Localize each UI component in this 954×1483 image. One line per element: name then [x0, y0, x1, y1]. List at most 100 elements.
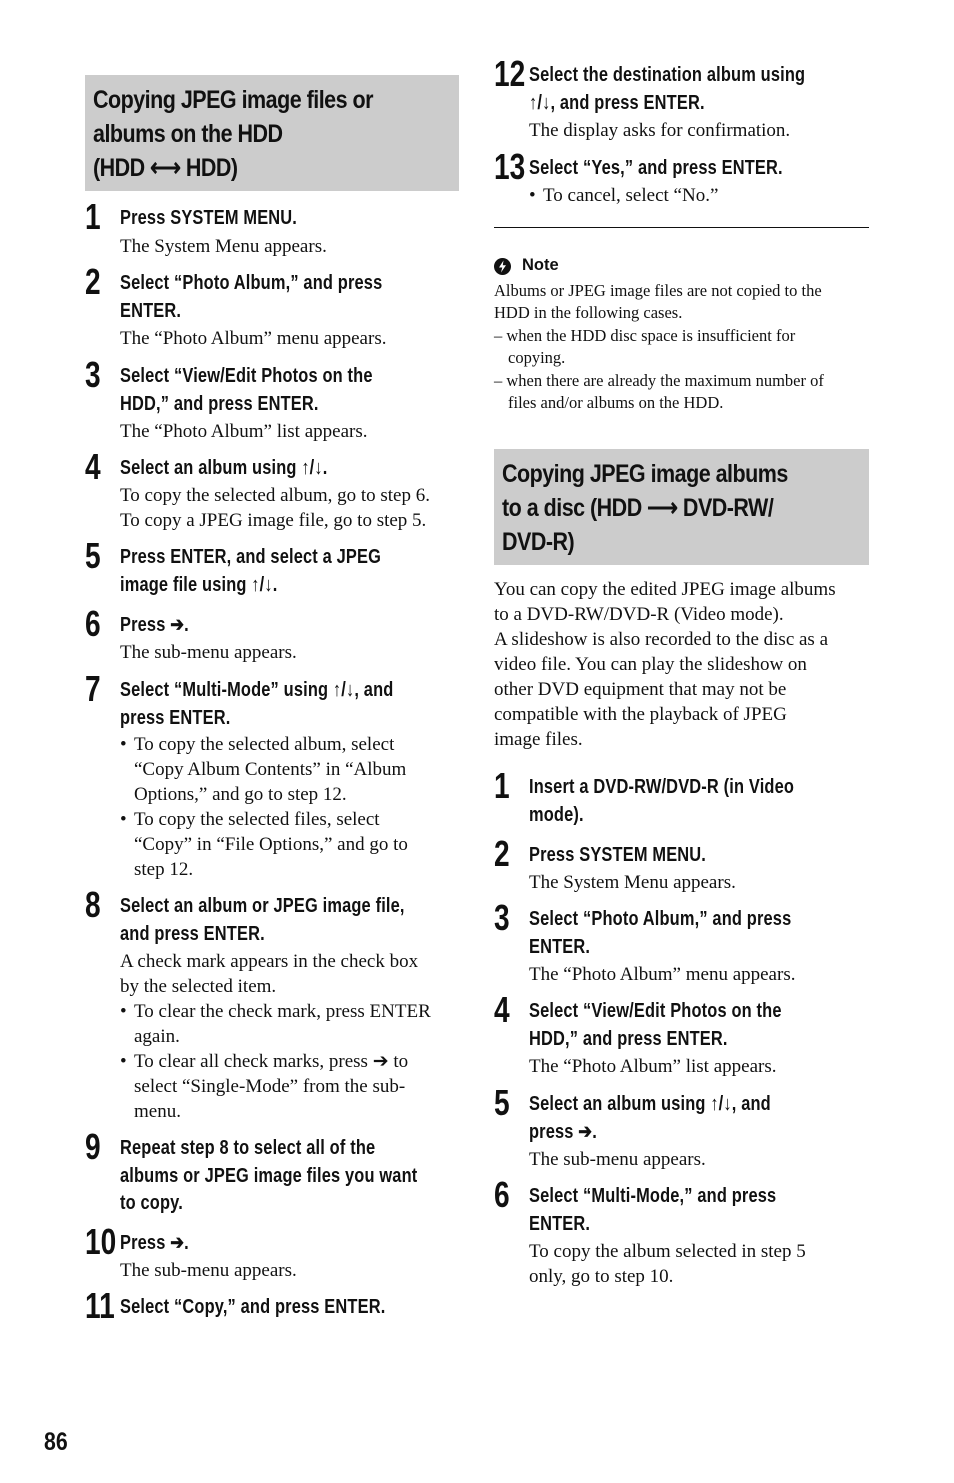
bullet-dot: •: [120, 734, 127, 755]
step-title: Select the destination album using: [529, 64, 806, 86]
step-body: A check mark appears in the check box: [120, 951, 419, 972]
step-number: 12: [494, 53, 526, 94]
step-body: The System Menu appears.: [529, 872, 736, 893]
step-number: 5: [85, 535, 101, 576]
step-number: 5: [494, 1082, 510, 1123]
step-number: 11: [85, 1285, 115, 1326]
step-title: to copy.: [120, 1192, 183, 1214]
step-title: Select an album or JPEG image file,: [120, 895, 405, 917]
step-title: and press ENTER.: [120, 922, 265, 945]
step-number: 1: [85, 196, 101, 237]
note-line: – when there are already the maximum num…: [494, 371, 824, 390]
step-number: 7: [85, 668, 101, 709]
step-title: albums or JPEG image files you want: [120, 1164, 418, 1187]
step-body: only, go to step 10.: [529, 1266, 674, 1287]
step-body: The sub-menu appears.: [120, 642, 297, 663]
step-title: ENTER.: [529, 1212, 591, 1235]
page-number: 86: [44, 1428, 68, 1456]
step-number: 1: [494, 765, 510, 806]
step-body: The System Menu appears.: [120, 236, 327, 257]
step-title: Select “Multi-Mode” using ↑/↓, and: [120, 679, 394, 701]
bullet-dot: •: [120, 1001, 127, 1022]
step-body: The “Photo Album” menu appears.: [120, 328, 387, 349]
step-title: Select “Copy,” and press ENTER.: [120, 1296, 386, 1318]
bullet-dot: •: [120, 809, 127, 830]
section-heading-hdd-to-disc: Copying JPEG image albums to a disc (HDD…: [494, 449, 869, 565]
intro-line: You can copy the edited JPEG image album…: [494, 579, 836, 600]
note-line: HDD in the following cases.: [494, 303, 683, 322]
divider: [494, 227, 869, 228]
step-body: The “Photo Album” list appears.: [120, 421, 368, 442]
step-title: ENTER.: [120, 299, 182, 322]
step-title: Press ➔.: [120, 614, 189, 636]
step-title: Select “Yes,” and press ENTER.: [529, 157, 783, 179]
note-icon: [494, 258, 511, 275]
intro-line: other DVD equipment that may not be: [494, 679, 787, 700]
bullet-text: To copy the selected files, select: [134, 809, 380, 830]
bullet-text: “Copy Album Contents” in “Album: [134, 759, 407, 780]
bullet-dot: •: [529, 185, 536, 206]
bullet-text: menu.: [134, 1101, 181, 1122]
step-title: Select an album using ↑/↓, and: [529, 1093, 771, 1115]
note-line: files and/or albums on the HDD.: [508, 393, 724, 412]
step-number: 3: [85, 354, 101, 395]
step-number: 3: [494, 897, 510, 938]
step-title: Press SYSTEM MENU.: [120, 207, 298, 229]
step-title: press ➔.: [529, 1120, 597, 1143]
step-title: ↑/↓, and press ENTER.: [529, 91, 705, 114]
step-title: Select “Photo Album,” and press: [529, 908, 792, 930]
step-body: by the selected item.: [120, 976, 277, 997]
step-title: press ENTER.: [120, 706, 231, 729]
bullet-text: To clear the check mark, press ENTER: [134, 1001, 431, 1022]
heading-line: Copying JPEG image albums: [502, 460, 788, 488]
step-number: 13: [494, 146, 526, 187]
intro-line: A slideshow is also recorded to the disc…: [494, 629, 829, 650]
step-title: Select an album using ↑/↓.: [120, 457, 328, 479]
step-title: image file using ↑/↓.: [120, 573, 278, 596]
step-number: 8: [85, 884, 101, 925]
step-body: To copy the album selected in step 5: [529, 1241, 806, 1262]
step-number: 6: [494, 1174, 510, 1215]
step-number: 2: [494, 833, 510, 874]
step-title: Repeat step 8 to select all of the: [120, 1137, 376, 1159]
heading-line: albums on the HDD: [93, 120, 283, 148]
step-title: Press ENTER, and select a JPEG: [120, 546, 382, 568]
intro-line: video file. You can play the slideshow o…: [494, 654, 807, 675]
heading-line: (HDD ⟷ HDD): [93, 154, 238, 182]
step-number: 4: [494, 989, 510, 1030]
bullet-text: To copy the selected album, select: [134, 734, 395, 755]
bullet-dot: •: [120, 1051, 127, 1072]
section-heading-hdd-to-hdd: Copying JPEG image files or albums on th…: [85, 75, 459, 191]
note-line: copying.: [508, 348, 566, 367]
heading-line: to a disc (HDD ⟶ DVD-RW/: [502, 494, 774, 522]
step-title: Select “Multi-Mode,” and press: [529, 1185, 777, 1207]
step-title: ENTER.: [529, 935, 591, 958]
bullet-text: step 12.: [134, 859, 194, 880]
step-title: Select “Photo Album,” and press: [120, 272, 383, 294]
note-line: – when the HDD disc space is insufficien…: [494, 326, 796, 345]
bullet-text: again.: [134, 1026, 180, 1047]
step-number: 2: [85, 261, 101, 302]
note-label: Note: [522, 256, 559, 274]
step-title: HDD,” and press ENTER.: [529, 1027, 728, 1050]
bullet-text: To cancel, select “No.”: [543, 185, 719, 206]
bullet-text: select “Single-Mode” from the sub-: [134, 1076, 406, 1097]
bullet-text: “Copy” in “File Options,” and go to: [134, 834, 408, 855]
step-title: Select “View/Edit Photos on the: [120, 365, 373, 387]
intro-line: compatible with the playback of JPEG: [494, 704, 787, 725]
step-title: HDD,” and press ENTER.: [120, 392, 319, 415]
step-body: The sub-menu appears.: [529, 1149, 706, 1170]
heading-line: Copying JPEG image files or: [93, 86, 373, 114]
step-body: The “Photo Album” list appears.: [529, 1056, 777, 1077]
step-body: To copy the selected album, go to step 6…: [120, 485, 430, 506]
step-number: 6: [85, 603, 101, 644]
intro-line: image files.: [494, 729, 583, 750]
step-body: The “Photo Album” menu appears.: [529, 964, 796, 985]
step-body: The display asks for confirmation.: [529, 120, 791, 141]
step-number: 4: [85, 446, 101, 487]
step-title: Press SYSTEM MENU.: [529, 844, 707, 866]
heading-line: DVD-R): [502, 528, 575, 556]
bullet-text: Options,” and go to step 12.: [134, 784, 347, 805]
step-title: Select “View/Edit Photos on the: [529, 1000, 782, 1022]
step-body: To copy a JPEG image file, go to step 5.: [120, 510, 427, 531]
